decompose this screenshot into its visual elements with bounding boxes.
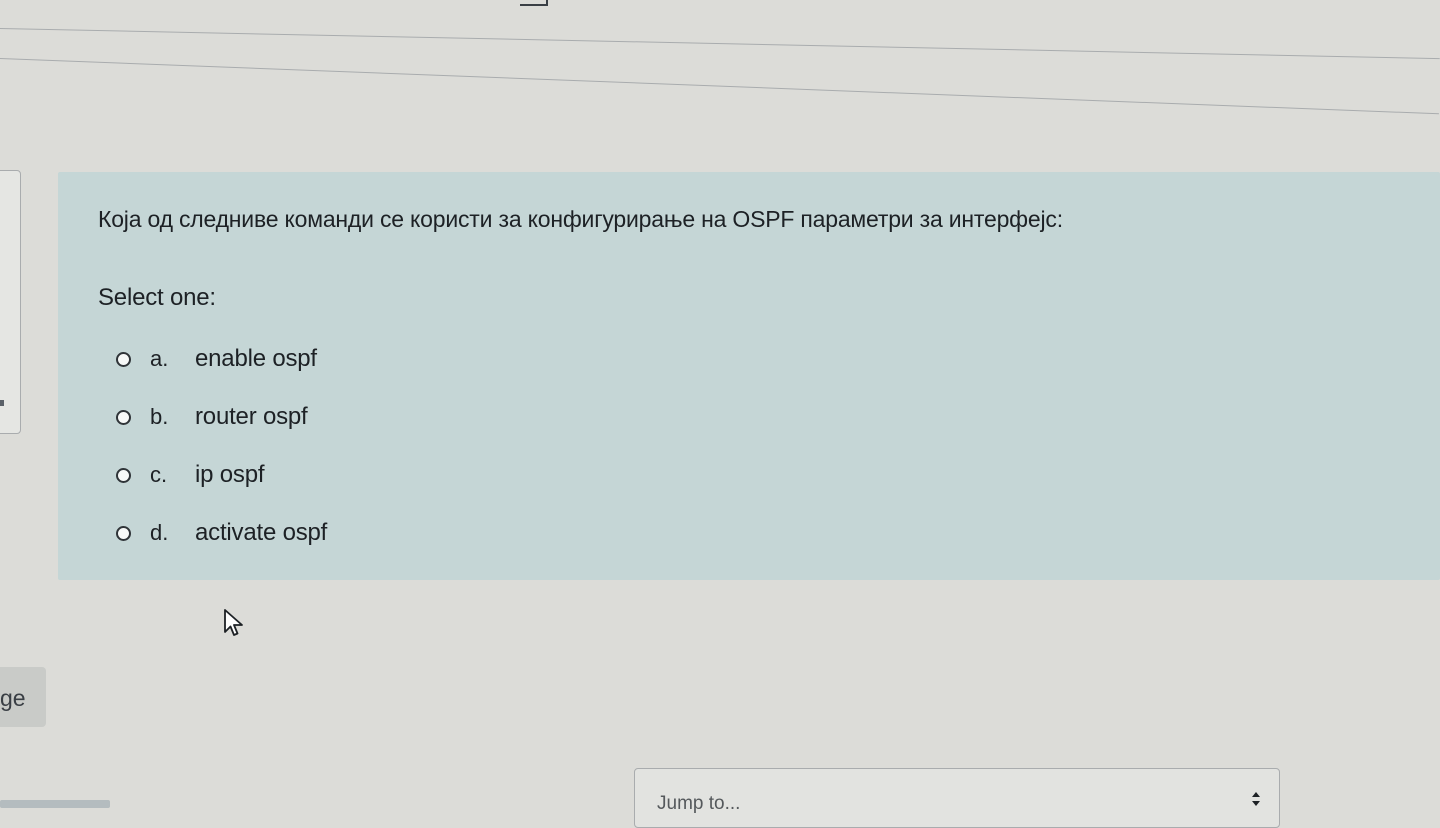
answer-label[interactable]: activate ospf: [195, 519, 327, 547]
next-page-button[interactable]: ge: [0, 667, 46, 727]
jump-to-select[interactable]: Jump to...: [634, 768, 1280, 828]
answer-option-c[interactable]: c. ip ospf: [116, 446, 327, 504]
bottom-link-fragment[interactable]: [0, 796, 110, 810]
radio-button-a[interactable]: [116, 351, 131, 367]
answer-option-b[interactable]: b. router ospf: [116, 388, 327, 446]
answer-list: a. enable ospf b. router ospf c. ip ospf…: [116, 330, 327, 562]
radio-button-c[interactable]: [116, 467, 131, 483]
answer-label[interactable]: router ospf: [195, 403, 308, 431]
left-panel-marker: [0, 400, 4, 406]
answer-letter: b.: [150, 404, 169, 429]
top-divider-secondary: [0, 58, 1439, 115]
question-card: Која од следниве команди се користи за к…: [58, 172, 1440, 580]
answer-option-d[interactable]: d. activate ospf: [116, 504, 327, 562]
radio-button-d[interactable]: [116, 525, 131, 541]
answer-label[interactable]: enable ospf: [195, 345, 317, 373]
question-text: Која од следниве команди се користи за к…: [98, 206, 1063, 232]
answer-letter: d.: [150, 520, 169, 545]
jump-to-placeholder: Jump to...: [657, 793, 741, 814]
select-one-prompt: Select one:: [98, 284, 216, 311]
top-divider: [0, 28, 1440, 60]
updown-arrows-icon: [1252, 792, 1260, 806]
answer-option-a[interactable]: a. enable ospf: [116, 330, 327, 388]
page-button-label: ge: [0, 685, 26, 711]
mouse-pointer-icon: [224, 609, 243, 636]
answer-label[interactable]: ip ospf: [195, 461, 265, 489]
left-side-panel[interactable]: [0, 170, 21, 434]
answer-letter: c.: [150, 462, 168, 487]
bracket-icon: [520, 0, 548, 6]
answer-letter: a.: [150, 346, 169, 371]
radio-button-b[interactable]: [116, 409, 131, 425]
